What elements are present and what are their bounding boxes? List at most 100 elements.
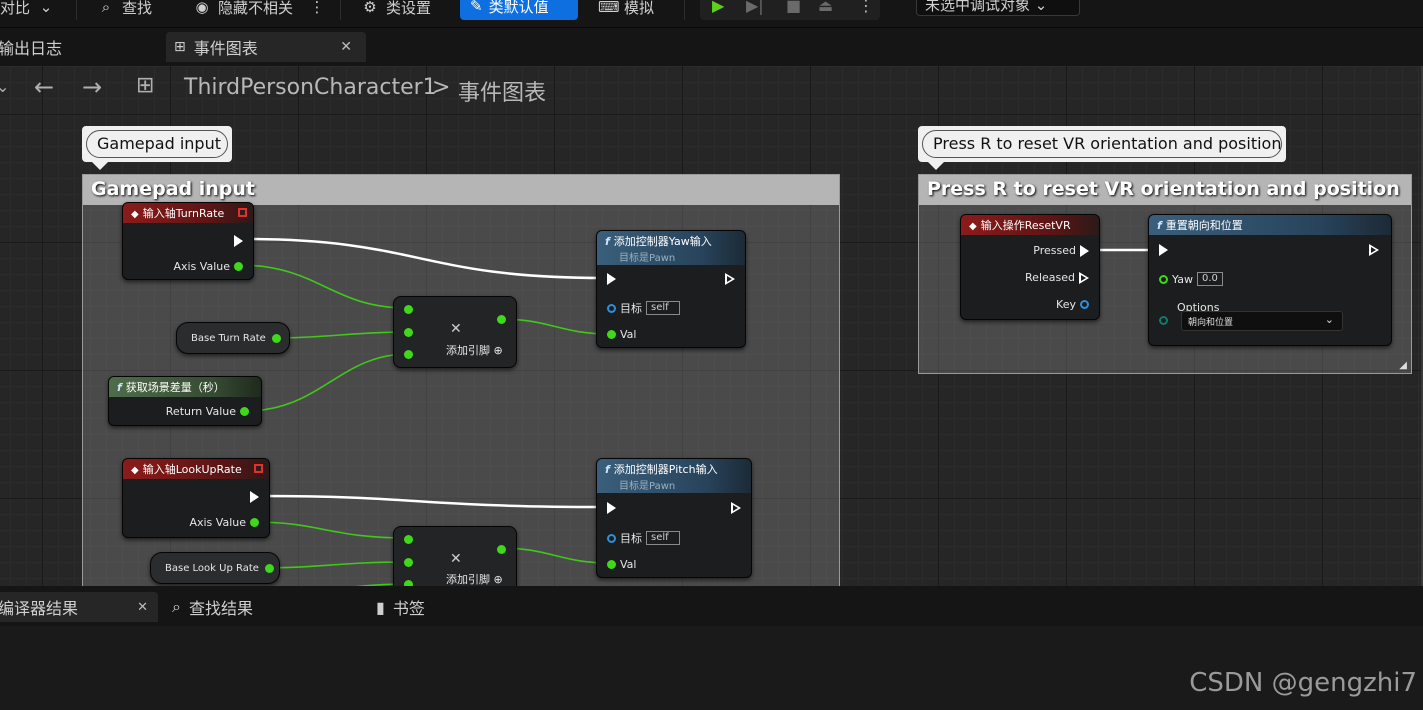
float-pin-icon[interactable] [497,315,506,324]
target-value-field[interactable]: self [646,531,680,545]
stop-icon[interactable]: ■ [786,0,801,15]
play-icon[interactable]: ▶ [712,0,724,15]
node-input-axis-turnrate[interactable]: ◆ 输入轴TurnRate Axis Value [122,202,254,280]
exec-pin-icon [607,273,616,285]
close-icon[interactable]: ✕ [137,600,148,615]
exec-out-pin[interactable] [731,502,741,514]
target-pin[interactable]: 目标 self [607,530,680,546]
class-defaults-button[interactable]: ✎ 类默认值 [460,0,578,20]
exec-pin-icon [607,502,616,514]
node-input-action-resetvr[interactable]: ◆ 输入操作ResetVR Pressed Released Key [960,214,1100,320]
node-title: 添加控制器Yaw输入 [613,235,712,248]
pin-label: Released [1025,271,1075,284]
plus-circle-icon: ⊕ [493,573,503,586]
tab-bookmarks[interactable]: ▮ 书签 [376,592,425,622]
float-pin-icon[interactable] [264,563,274,573]
toolbar-divider [684,0,685,20]
add-pin-button[interactable]: 添加引脚 ⊕ [446,571,503,586]
return-value-pin[interactable]: Return Value [166,405,249,418]
pin-label: Pressed [1033,244,1076,257]
node-base-lookup-rate[interactable]: Base Look Up Rate [150,552,280,584]
variable-label: Base Look Up Rate [165,562,259,574]
tab-compiler-results[interactable]: 编译器结果 ✕ [0,592,158,622]
delegate-pin-icon[interactable] [254,464,263,473]
toolbar-divider [76,0,77,20]
node-multiply-1[interactable]: ✕ 添加引脚 ⊕ [393,296,517,368]
exec-out-pin[interactable] [250,491,259,503]
bookmark-icon: ▮ [376,597,385,617]
more-options-icon[interactable]: ⋮ [307,0,327,17]
tab-output-log[interactable]: 输出日志 [0,32,62,62]
float-pin-icon[interactable] [404,328,413,337]
find-button[interactable]: ⌕ 查找 [96,0,152,20]
node-multiply-2[interactable]: ✕ 添加引脚 ⊕ [393,526,517,586]
more-options-icon[interactable]: ⋮ [858,0,874,15]
node-title: 输入操作ResetVR [980,219,1071,232]
tab-find-results[interactable]: ⌕ 查找结果 [172,592,253,622]
node-reset-orientation-and-position[interactable]: f 重置朝向和位置 Yaw 0.0 Options 朝向和位置 ⌄ [1148,214,1392,346]
enum-pin-icon[interactable] [1159,316,1168,325]
float-pin-icon[interactable] [271,333,281,343]
search-icon: ⌕ [172,597,181,616]
node-title: 添加控制器Pitch输入 [613,463,718,476]
exec-in-pin[interactable] [1159,244,1168,256]
debug-object-select[interactable]: 未选中调试对象 ⌄ [916,0,1080,16]
pin-label: 目标 [620,532,642,545]
exec-in-pin[interactable] [607,273,616,285]
tab-compiler-results-label: 编译器结果 [0,599,79,618]
released-pin[interactable]: Released [1025,271,1089,284]
yaw-value-field[interactable]: 0.0 [1196,272,1223,286]
eject-icon[interactable]: ⏏ [818,0,833,15]
exec-out-pin[interactable] [725,273,735,285]
key-pin[interactable]: Key [1056,298,1089,311]
class-settings-label: 类设置 [386,0,432,17]
tab-event-graph-label: 事件图表 [193,39,258,58]
function-icon: f [605,463,610,476]
exec-out-pin[interactable] [234,235,243,247]
val-pin[interactable]: Val [607,558,636,571]
find-label: 查找 [122,0,153,17]
axis-value-pin[interactable]: Axis Value [189,516,259,529]
node-add-controller-yaw-input[interactable]: f 添加控制器Yaw输入 目标是Pawn 目标 self Val [596,230,746,348]
class-settings-button[interactable]: ⚙ 类设置 [360,0,431,20]
axis-value-pin[interactable]: Axis Value [173,260,243,273]
exec-out-pin[interactable] [1369,244,1379,256]
close-icon[interactable]: ✕ [340,39,352,55]
pin-label: Return Value [165,405,236,418]
float-pin-icon[interactable] [404,558,413,567]
float-pin-icon[interactable] [404,350,413,359]
pressed-pin[interactable]: Pressed [1033,244,1089,257]
graph-canvas[interactable]: ⌄ ← → ⊞ ThirdPersonCharacter1 > 事件图表 Gam… [0,66,1423,586]
controller-icon: ⌨ [598,0,620,16]
float-pin-icon[interactable] [404,305,413,314]
variable-label: Base Turn Rate [191,332,266,344]
exec-in-pin[interactable] [607,502,616,514]
play-controls: ▶ ▶| ■ ⏏ ⋮ [700,0,880,20]
target-pin[interactable]: 目标 self [607,300,680,316]
tab-event-graph[interactable]: ⊞ 事件图表 ✕ [166,32,366,62]
float-wire [253,521,409,539]
simulate-button[interactable]: ⌨ 模拟 [598,0,654,20]
node-get-world-delta-seconds[interactable]: f 获取场景差量（秒） Return Value [108,376,262,426]
add-pin-button[interactable]: 添加引脚 ⊕ [446,342,503,358]
node-input-axis-lookuprate[interactable]: ◆ 输入轴LookUpRate Axis Value [122,458,270,538]
step-icon[interactable]: ▶| [746,0,764,15]
options-dropdown[interactable]: 朝向和位置 ⌄ [1181,311,1343,331]
float-pin-icon [234,262,243,271]
val-pin[interactable]: Val [607,328,636,341]
exec-wire [259,494,605,509]
float-pin-icon[interactable] [497,545,506,554]
diff-label: 对比 [0,0,31,17]
target-value-field[interactable]: self [646,301,680,315]
hide-unrelated-button[interactable]: ◉ 隐藏不相关 ⋮ [192,0,327,20]
diff-button[interactable]: 对比 ⌄ [0,0,56,20]
watermark: CSDN @gengzhi7 [1189,668,1417,698]
delegate-pin-icon[interactable] [238,208,247,217]
node-add-controller-pitch-input[interactable]: f 添加控制器Pitch输入 目标是Pawn 目标 self Val [596,458,752,578]
float-pin-icon[interactable] [404,535,413,544]
class-defaults-label: 类默认值 [488,0,549,16]
event-icon: ◆ [969,221,977,232]
simulate-label: 模拟 [624,0,655,17]
yaw-pin[interactable]: Yaw 0.0 [1159,272,1223,286]
node-base-turn-rate[interactable]: Base Turn Rate [176,322,290,354]
